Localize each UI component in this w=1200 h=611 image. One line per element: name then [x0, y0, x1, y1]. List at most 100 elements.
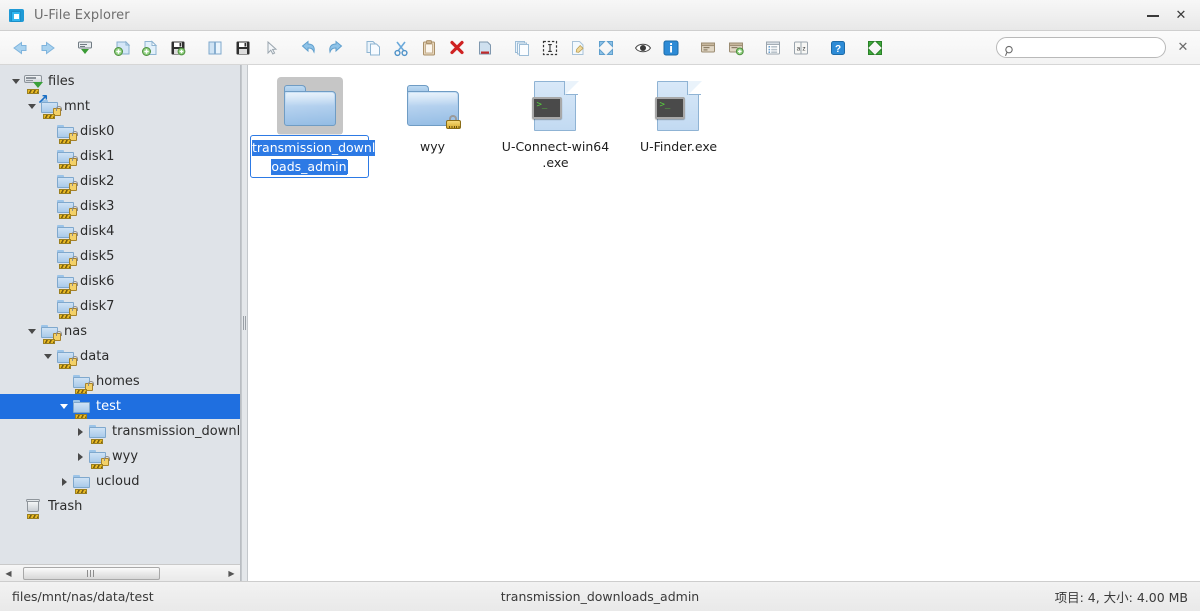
preview-button[interactable] — [630, 35, 656, 61]
new-folder-button[interactable] — [109, 35, 135, 61]
eject-button[interactable] — [472, 35, 498, 61]
terminal-badge-icon — [654, 97, 685, 119]
tree-item-label: nas — [64, 324, 87, 339]
expand-selection-button[interactable] — [593, 35, 619, 61]
redo-button[interactable] — [323, 35, 349, 61]
file-list-view[interactable]: transmission_downl oads_admin wyy U-Connect… — [248, 65, 1200, 581]
file-item[interactable]: wyy — [371, 73, 494, 171]
icon-grid: transmission_downl oads_admin wyy U-Connect… — [248, 73, 1200, 178]
search-input[interactable] — [1020, 39, 1159, 56]
tree-item-test[interactable]: test — [0, 394, 240, 419]
folder-shortcut-lock-icon — [37, 93, 62, 119]
minimize-button[interactable] — [1146, 8, 1160, 22]
tree-item-files[interactable]: files — [0, 69, 240, 94]
rename-button[interactable] — [565, 35, 591, 61]
chevron-down-icon[interactable] — [24, 324, 40, 340]
tree-item-disk6[interactable]: disk6 — [0, 269, 240, 294]
tree-item-disk4[interactable]: disk4 — [0, 219, 240, 244]
forward-button[interactable] — [35, 35, 61, 61]
chevron-down-icon[interactable] — [8, 74, 24, 90]
close-button[interactable]: ✕ — [1174, 8, 1188, 22]
cut-button[interactable] — [388, 35, 414, 61]
chevron-down-icon[interactable] — [56, 399, 72, 415]
scroll-track[interactable] — [16, 566, 224, 581]
file-item[interactable]: transmission_downl oads_admin — [248, 73, 376, 178]
tree-item-disk1[interactable]: disk1 — [0, 144, 240, 169]
open-button[interactable] — [202, 35, 228, 61]
select-pointer-button[interactable] — [258, 35, 284, 61]
file-item[interactable]: U-Connect-win64.exe — [494, 73, 617, 171]
undo-button[interactable] — [295, 35, 321, 61]
paste-button[interactable] — [416, 35, 442, 61]
close-search-button[interactable]: ✕ — [1176, 41, 1190, 55]
save-as-button[interactable] — [230, 35, 256, 61]
tree-item-disk5[interactable]: disk5 — [0, 244, 240, 269]
sidebar-horizontal-scrollbar[interactable]: ◀ ▶ — [0, 564, 240, 581]
mount-button[interactable] — [72, 35, 98, 61]
save-button[interactable] — [165, 35, 191, 61]
tree-item-homes[interactable]: homes — [0, 369, 240, 394]
tree-item-trash[interactable]: Trash — [0, 494, 240, 519]
toolbar-group-list: a z — [759, 35, 815, 61]
file-item[interactable]: U-Finder.exe — [617, 73, 740, 171]
tree-item-disk7[interactable]: disk7 — [0, 294, 240, 319]
tree-item-transmission-downloa[interactable]: transmission_downloa — [0, 419, 240, 444]
duplicate-button[interactable] — [509, 35, 535, 61]
lock-badge-icon — [445, 115, 461, 129]
stripe-badge-icon — [59, 238, 71, 244]
toolbar-group-fullscreen — [861, 35, 889, 61]
create-archive-button[interactable] — [723, 35, 749, 61]
stripe-badge-icon — [43, 338, 55, 344]
tree-expander-spacer — [40, 274, 56, 290]
stripe-badge-icon — [59, 263, 71, 269]
tree-item-data[interactable]: data — [0, 344, 240, 369]
chevron-down-icon[interactable] — [40, 349, 56, 365]
tree-expander-spacer — [40, 124, 56, 140]
search-box[interactable] — [996, 37, 1166, 58]
list-view-button[interactable] — [760, 35, 786, 61]
help-button[interactable]: ? — [825, 35, 851, 61]
tree-item-disk2[interactable]: disk2 — [0, 169, 240, 194]
info-button[interactable] — [658, 35, 684, 61]
exe-terminal-icon[interactable] — [523, 77, 589, 135]
tree-item-label: Trash — [48, 499, 83, 514]
scroll-left-arrow[interactable]: ◀ — [1, 566, 16, 581]
tree-item-disk0[interactable]: disk0 — [0, 119, 240, 144]
tree-item-disk3[interactable]: disk3 — [0, 194, 240, 219]
tree-item-nas[interactable]: nas — [0, 319, 240, 344]
scroll-thumb[interactable] — [23, 566, 160, 580]
toolbar-group-history — [294, 35, 350, 61]
text-caret — [346, 160, 348, 174]
pane-splitter[interactable] — [241, 65, 248, 581]
folder-lock-icon[interactable] — [400, 77, 466, 135]
tree-expander-spacer — [40, 149, 56, 165]
tree-item-wyy[interactable]: wyy — [0, 444, 240, 469]
back-button[interactable] — [7, 35, 33, 61]
toolbar-group-navigation — [6, 35, 62, 61]
stripe-badge-icon — [59, 288, 71, 294]
rename-input[interactable]: transmission_downl oads_admin — [250, 135, 376, 178]
fullscreen-button[interactable] — [862, 35, 888, 61]
tree-item-label: test — [96, 399, 121, 414]
tree-item-label: ucloud — [96, 474, 140, 489]
tree-item-mnt[interactable]: mnt — [0, 93, 240, 119]
chevron-right-icon[interactable] — [56, 474, 72, 490]
tree-item-ucloud[interactable]: ucloud — [0, 469, 240, 494]
splitter-grip — [243, 316, 246, 330]
exe-terminal-icon[interactable] — [646, 77, 712, 135]
select-all-button[interactable] — [537, 35, 563, 61]
folder-tree[interactable]: files mnt disk0 disk1 disk2 disk3 disk4 disk5 di… — [0, 65, 240, 564]
chevron-right-icon[interactable] — [72, 449, 88, 465]
terminal-badge-icon — [531, 97, 562, 119]
stripe-badge-icon — [59, 213, 71, 219]
tree-item-label: disk4 — [80, 224, 115, 239]
chevron-right-icon[interactable] — [72, 424, 88, 440]
scroll-right-arrow[interactable]: ▶ — [224, 566, 239, 581]
folder-icon[interactable] — [276, 77, 343, 135]
sort-button[interactable]: a z — [788, 35, 814, 61]
new-file-button[interactable] — [137, 35, 163, 61]
copy-button[interactable] — [360, 35, 386, 61]
extract-archive-button[interactable] — [695, 35, 721, 61]
delete-button[interactable] — [444, 35, 470, 61]
stripe-badge-icon — [59, 163, 71, 169]
